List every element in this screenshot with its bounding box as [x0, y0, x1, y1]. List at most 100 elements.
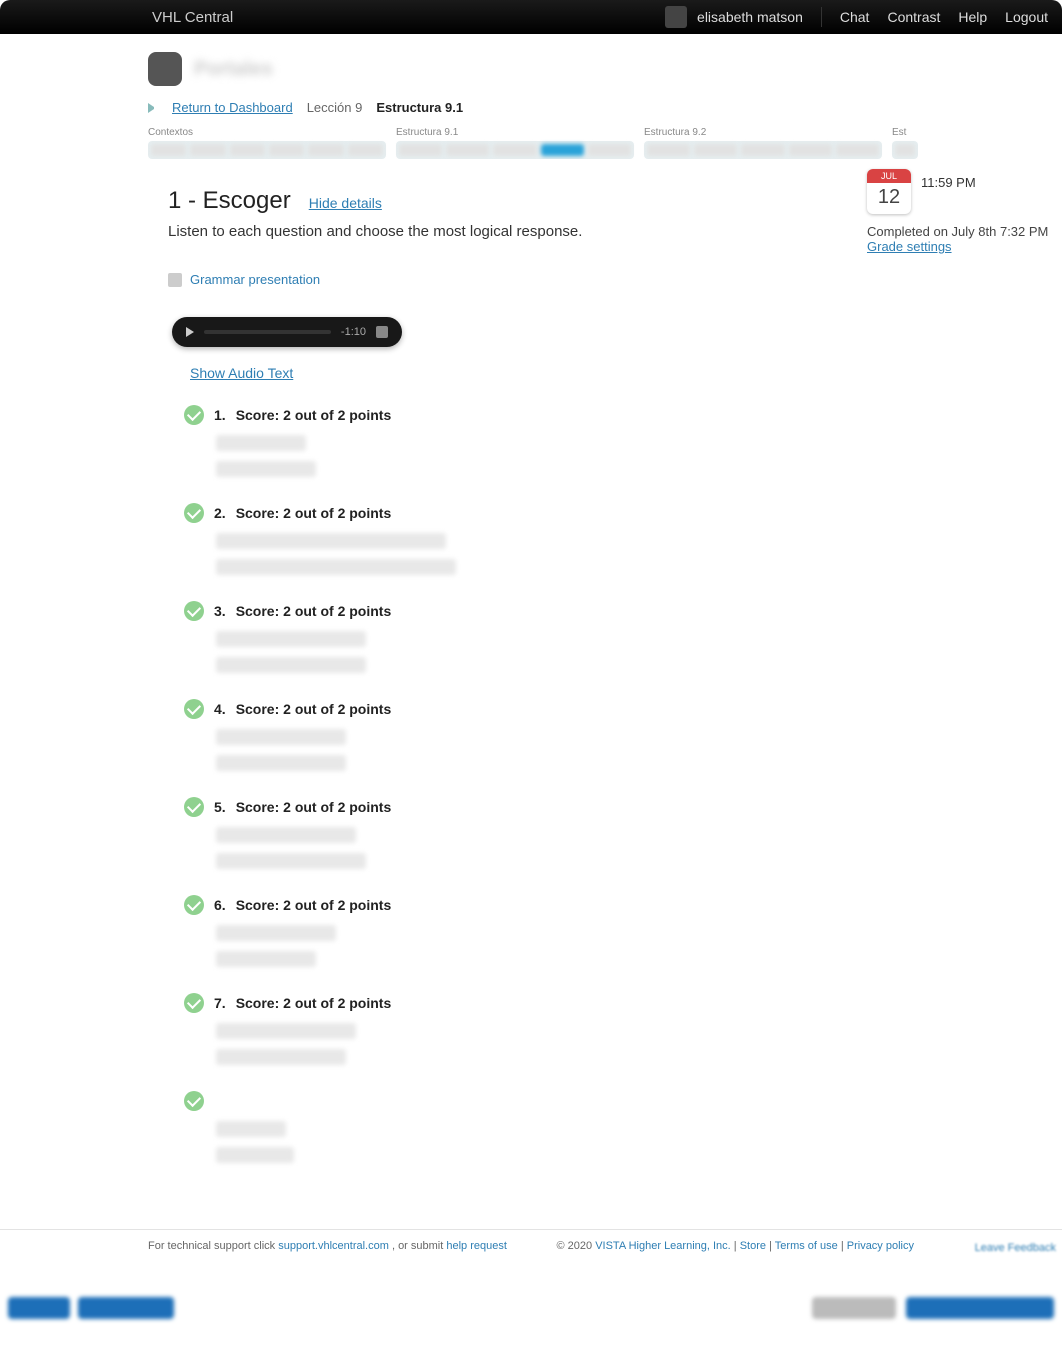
breadcrumb: Return to Dashboard Lección 9 Estructura…	[0, 96, 1062, 121]
support-link[interactable]: support.vhlcentral.com	[278, 1240, 389, 1252]
contrast-link[interactable]: Contrast	[887, 9, 940, 25]
answer-option[interactable]	[216, 1023, 356, 1039]
grammar-link-label: Grammar presentation	[190, 272, 320, 287]
question-number: 4.	[214, 701, 226, 717]
progress-track	[644, 141, 882, 159]
feedback-link[interactable]: Leave Feedback	[975, 1242, 1056, 1254]
vista-link[interactable]: VISTA Higher Learning, Inc.	[595, 1240, 731, 1252]
activity-meta: JUL 12 11:59 PM Completed on July 8th 7:…	[867, 159, 1062, 254]
progress-label: Est	[892, 127, 918, 138]
grade-settings-link[interactable]: Grade settings	[867, 239, 952, 254]
topbar-right: elisabeth matson Chat Contrast Help Logo…	[665, 6, 1048, 28]
progress-label: Estructura 9.2	[644, 127, 882, 138]
help-request-link[interactable]: help request	[446, 1240, 507, 1252]
correct-icon	[184, 405, 204, 425]
progress-label: Contextos	[148, 127, 386, 138]
answer-option[interactable]	[216, 631, 366, 647]
answer-option[interactable]	[216, 925, 336, 941]
return-dashboard-link[interactable]: Return to Dashboard	[172, 100, 293, 115]
back-icon	[148, 103, 158, 113]
audio-time-remaining: -1:10	[341, 326, 366, 338]
question-item: 7. Score: 2 out of 2 points	[184, 993, 832, 1065]
answer-option[interactable]	[216, 729, 346, 745]
toolbar-button-primary[interactable]	[906, 1297, 1054, 1319]
progress-group-next[interactable]: Est	[892, 127, 918, 159]
bottom-toolbar	[0, 1288, 1062, 1328]
progress-group-91[interactable]: Estructura 9.1	[396, 127, 634, 159]
store-link[interactable]: Store	[740, 1240, 766, 1252]
answer-option[interactable]	[216, 853, 366, 869]
due-date: JUL 12 11:59 PM	[867, 169, 1062, 214]
question-item: 6. Score: 2 out of 2 points	[184, 895, 832, 967]
answer-option[interactable]	[216, 435, 306, 451]
toolbar-button[interactable]	[8, 1297, 70, 1319]
user-name: elisabeth matson	[697, 9, 803, 25]
help-link[interactable]: Help	[958, 9, 987, 25]
question-number: 6.	[214, 897, 226, 913]
lesson-label: Lección 9	[307, 100, 363, 115]
correct-icon	[184, 895, 204, 915]
show-audio-text-link[interactable]: Show Audio Text	[190, 365, 293, 381]
page-title: 1 - Escoger	[168, 187, 291, 215]
progress-group-92[interactable]: Estructura 9.2	[644, 127, 882, 159]
answer-option[interactable]	[216, 755, 346, 771]
answer-option[interactable]	[216, 559, 456, 575]
main: JUL 12 11:59 PM Completed on July 8th 7:…	[0, 159, 1062, 1229]
answer-option[interactable]	[216, 533, 446, 549]
question-item: 1. Score: 2 out of 2 points	[184, 405, 832, 477]
correct-icon	[184, 601, 204, 621]
hide-details-link[interactable]: Hide details	[309, 195, 382, 211]
grammar-presentation-link[interactable]: Grammar presentation	[168, 272, 832, 287]
due-time: 11:59 PM	[921, 169, 976, 190]
correct-icon	[184, 797, 204, 817]
footer-text: For technical support click	[148, 1240, 278, 1252]
structure-label: Estructura 9.1	[376, 100, 463, 115]
product-name: Portales	[194, 58, 273, 81]
separator	[821, 7, 822, 27]
user-menu[interactable]: elisabeth matson	[665, 6, 803, 28]
logout-link[interactable]: Logout	[1005, 9, 1048, 25]
audio-progress-bar[interactable]	[204, 330, 331, 334]
footer-text: © 2020	[556, 1240, 595, 1252]
progress-track	[148, 141, 386, 159]
answer-option[interactable]	[216, 1121, 286, 1137]
terms-link[interactable]: Terms of use	[775, 1240, 838, 1252]
question-number: 2.	[214, 505, 226, 521]
question-score: Score: 2 out of 2 points	[236, 799, 392, 815]
toolbar-button[interactable]	[78, 1297, 174, 1319]
volume-icon[interactable]	[376, 326, 388, 338]
calendar-month: JUL	[867, 169, 911, 183]
answer-option[interactable]	[216, 951, 316, 967]
play-icon[interactable]	[186, 327, 194, 337]
calendar-icon: JUL 12	[867, 169, 911, 214]
question-score: Score: 2 out of 2 points	[236, 701, 392, 717]
question-list: 1. Score: 2 out of 2 points 2. Score: 2 …	[168, 405, 832, 1163]
footer-support: For technical support click support.vhlc…	[148, 1240, 507, 1252]
question-number: 3.	[214, 603, 226, 619]
question-score: Score: 2 out of 2 points	[236, 995, 392, 1011]
completed-text: Completed on July 8th 7:32 PM	[867, 224, 1062, 239]
answer-option[interactable]	[216, 657, 366, 673]
correct-icon	[184, 699, 204, 719]
answer-option[interactable]	[216, 827, 356, 843]
question-score-blur	[214, 1093, 364, 1109]
instructions: Listen to each question and choose the m…	[168, 223, 832, 240]
privacy-link[interactable]: Privacy policy	[847, 1240, 914, 1252]
chat-link[interactable]: Chat	[840, 9, 870, 25]
progress-group-contextos[interactable]: Contextos	[148, 127, 386, 159]
question-score: Score: 2 out of 2 points	[236, 505, 392, 521]
footer: For technical support click support.vhlc…	[0, 1229, 1062, 1264]
question-number: 1.	[214, 407, 226, 423]
progress-track	[396, 141, 634, 159]
footer-text: , or submit	[392, 1240, 446, 1252]
correct-icon	[184, 993, 204, 1013]
answer-option[interactable]	[216, 1049, 346, 1065]
avatar-icon	[665, 6, 687, 28]
answer-option[interactable]	[216, 1147, 294, 1163]
audio-player[interactable]: -1:10	[172, 317, 402, 347]
answer-option[interactable]	[216, 461, 316, 477]
toolbar-button[interactable]	[812, 1297, 896, 1319]
question-item: 4. Score: 2 out of 2 points	[184, 699, 832, 771]
progress-strip: Contextos Estructura 9.1 Estructura 9.2 …	[148, 127, 918, 159]
product-header: Portales	[0, 34, 1062, 96]
